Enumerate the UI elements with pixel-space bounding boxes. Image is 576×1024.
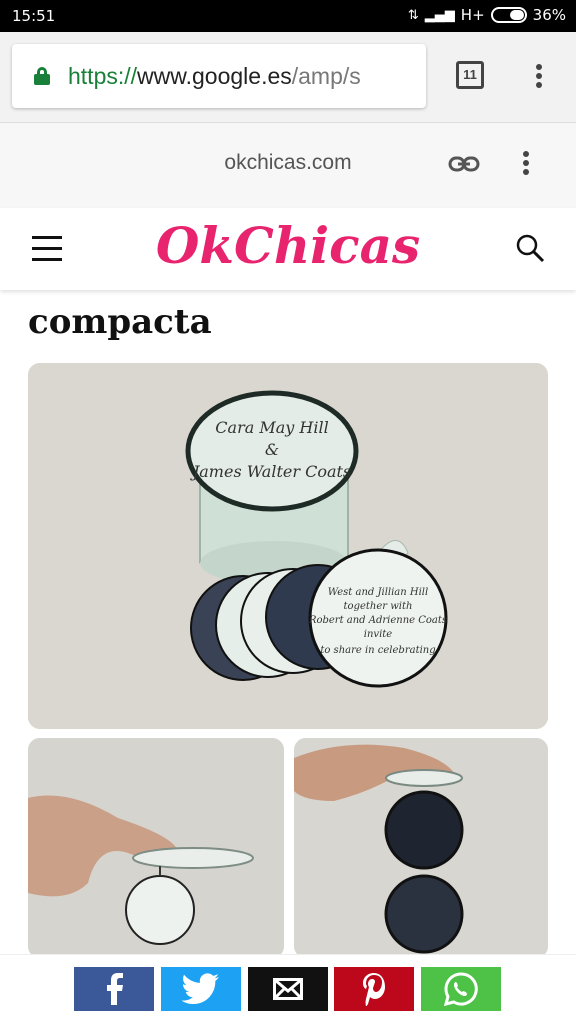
browser-toolbar: https://www.google.es/amp/s 11 <box>0 32 576 122</box>
amp-domain: okchicas.com <box>224 151 352 174</box>
network-type: H+ <box>460 6 485 24</box>
card-text-3: Robert and Adrienne Coats <box>308 615 447 626</box>
hand-holding-box-photo[interactable] <box>28 738 284 958</box>
status-bar: 15:51 ⇅ ▂▄▆ H+ 36% <box>0 0 576 32</box>
url-path: /amp/s <box>291 62 361 89</box>
battery-percent: 36% <box>532 6 566 24</box>
box-lid-line-2: & <box>265 440 279 459</box>
hanging-cards-illustration <box>294 738 548 958</box>
invitation-box-illustration: Cara May Hill & James Walter Coats West … <box>28 363 548 729</box>
card-text-1: West and Jillian Hill <box>328 587 428 598</box>
hand-box-illustration <box>28 738 284 958</box>
pinterest-icon <box>363 973 385 1006</box>
share-bar <box>0 954 576 1024</box>
hanging-photo-cards[interactable] <box>294 738 548 958</box>
site-logo[interactable]: OkChicas <box>0 216 576 275</box>
box-lid-line-3: James Walter Coats <box>190 462 351 481</box>
card-text-2: together with <box>344 601 413 612</box>
facebook-icon <box>107 973 123 1005</box>
main-photo[interactable]: Cara May Hill & James Walter Coats West … <box>28 363 548 729</box>
url-host: www.google.es <box>137 62 292 89</box>
signal-icon: ▂▄▆ <box>424 7 455 23</box>
data-arrows-icon: ⇅ <box>407 7 419 23</box>
article-title: compacta <box>28 302 212 342</box>
twitter-icon <box>182 973 219 1004</box>
site-header: OkChicas <box>0 208 576 290</box>
status-time: 15:51 <box>12 7 56 25</box>
pinterest-share-button[interactable] <box>334 967 414 1011</box>
twitter-share-button[interactable] <box>161 967 241 1011</box>
amp-header: okchicas.com <box>0 122 576 208</box>
link-icon[interactable] <box>448 156 480 172</box>
address-bar[interactable]: https://www.google.es/amp/s <box>12 44 426 108</box>
email-share-button[interactable] <box>248 967 328 1011</box>
lock-icon <box>34 67 50 85</box>
battery-icon <box>490 7 527 23</box>
url-text: https://www.google.es/amp/s <box>68 63 361 90</box>
url-scheme: https:// <box>68 62 138 89</box>
status-icons: ⇅ ▂▄▆ H+ 36% <box>408 6 566 24</box>
amp-menu-icon[interactable] <box>522 151 530 179</box>
whatsapp-icon <box>444 972 478 1006</box>
facebook-share-button[interactable] <box>74 967 154 1011</box>
box-lid-line-1: Cara May Hill <box>215 418 328 437</box>
whatsapp-share-button[interactable] <box>421 967 501 1011</box>
card-text-5: to share in celebrating <box>320 645 435 656</box>
card-text-4: invite <box>364 629 393 640</box>
browser-menu-icon[interactable] <box>535 64 543 92</box>
envelope-icon <box>273 978 303 1000</box>
search-icon[interactable] <box>515 233 545 263</box>
tab-switcher-button[interactable]: 11 <box>456 61 484 89</box>
